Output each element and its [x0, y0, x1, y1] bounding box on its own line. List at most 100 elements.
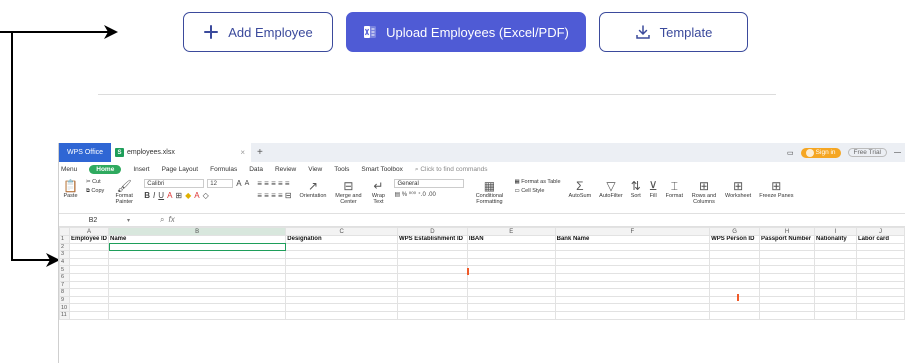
grid-cell[interactable] [814, 310, 857, 320]
grid-cell[interactable] [814, 288, 857, 297]
header-cell[interactable]: WPS Person ID [709, 235, 761, 244]
clear-icon[interactable]: ◇ [203, 191, 209, 200]
row-number[interactable]: 11 [59, 310, 70, 320]
format-as-table-button[interactable]: ▦ Format as Table [514, 179, 560, 185]
grid-cell[interactable] [814, 242, 857, 252]
header-cell[interactable]: Bank Name [554, 235, 711, 244]
merge-center-button[interactable]: ⊟ Merge and Center [330, 179, 366, 205]
font-name-select[interactable]: Calibri [144, 179, 205, 188]
grid-cell[interactable] [709, 310, 761, 320]
grid-cell[interactable] [107, 303, 287, 312]
format-button[interactable]: ⌶ Format [662, 179, 687, 199]
close-tab-icon[interactable]: × [240, 148, 245, 157]
grid-cell[interactable] [285, 265, 398, 274]
grid-cell[interactable] [709, 295, 761, 305]
grid-cell[interactable] [285, 295, 398, 305]
grid-cell[interactable] [107, 295, 287, 305]
column-header[interactable]: E [466, 227, 556, 236]
menu-item-page-layout[interactable]: Page Layout [162, 166, 199, 173]
horizontal-align-icons[interactable]: ≡ ≡ ≡ ≡ ⊟ [257, 191, 291, 200]
grid-cell[interactable] [466, 280, 556, 290]
grid-cell[interactable] [68, 257, 110, 267]
column-header[interactable]: H [759, 227, 816, 236]
grid-cell[interactable] [107, 288, 287, 297]
column-header[interactable]: F [554, 227, 711, 236]
wps-office-tab[interactable]: WPS Office [59, 143, 111, 162]
grid-cell[interactable] [759, 272, 816, 282]
row-number[interactable]: 7 [59, 280, 70, 290]
header-cell[interactable]: Passport Number [759, 235, 816, 244]
format-painter-button[interactable]: 🖌 Format Painter [108, 179, 140, 205]
grid-cell[interactable] [855, 280, 905, 290]
grid-cell[interactable] [396, 242, 468, 252]
grid-cell[interactable] [285, 242, 398, 252]
orientation-button[interactable]: ↗ Orientation [296, 179, 331, 199]
grid-cell[interactable] [466, 295, 556, 305]
grid-cell[interactable] [814, 250, 857, 259]
font-size-select[interactable]: 12 [207, 179, 234, 188]
cell-style-button[interactable]: ▭ Cell Style [514, 188, 560, 194]
grid-cell[interactable] [759, 257, 816, 267]
grid-cell[interactable] [814, 257, 857, 267]
row-number[interactable]: 2 [59, 242, 70, 252]
grid-cell[interactable] [759, 280, 816, 290]
grid-cell[interactable] [68, 295, 110, 305]
grid-cell[interactable] [285, 257, 398, 267]
column-header[interactable]: A [68, 227, 110, 236]
wrap-text-button[interactable]: ↵ Wrap Text [366, 179, 390, 205]
grid-cell[interactable] [759, 310, 816, 320]
grid-cell[interactable] [396, 272, 468, 282]
column-header[interactable]: I [814, 227, 857, 236]
grid-cell[interactable] [285, 310, 398, 320]
grid-cell[interactable] [554, 265, 711, 274]
grid-cell[interactable] [107, 310, 287, 320]
grid-cell[interactable] [709, 288, 761, 297]
grid-cell[interactable] [554, 250, 711, 259]
bold-icon[interactable]: B [144, 191, 150, 200]
grid-cell[interactable] [396, 280, 468, 290]
grid-cell[interactable] [709, 250, 761, 259]
grid-cell[interactable] [396, 265, 468, 274]
grid-cell[interactable] [814, 265, 857, 274]
freeze-panes-button[interactable]: ⊞ Freeze Panes [755, 179, 797, 199]
name-box[interactable]: B2 [59, 217, 127, 224]
grid-cell[interactable] [709, 272, 761, 282]
grid-cell[interactable] [285, 250, 398, 259]
vertical-align-icons[interactable]: ≡ ≡ ≡ ≡ ≡ [257, 179, 291, 188]
grid-cell[interactable] [855, 242, 905, 252]
grid-cell[interactable] [107, 265, 287, 274]
paste-button[interactable]: 📋 Paste [59, 179, 82, 199]
font-color-icon[interactable]: A [167, 191, 172, 200]
header-cell[interactable]: Name [107, 235, 287, 244]
grid-cell[interactable] [68, 303, 110, 312]
grid-cell[interactable] [554, 288, 711, 297]
grid-cell[interactable] [554, 257, 711, 267]
menu-item-data[interactable]: Data [249, 166, 263, 173]
row-number[interactable]: 5 [59, 265, 70, 274]
grid-cell[interactable] [709, 280, 761, 290]
grow-font-icon[interactable]: A [236, 179, 241, 188]
sort-button[interactable]: ⇅ Sort [627, 179, 645, 199]
grid-cell[interactable] [396, 250, 468, 259]
shrink-font-icon[interactable]: A [245, 180, 250, 187]
grid-cell[interactable] [814, 303, 857, 312]
grid-cell[interactable] [759, 303, 816, 312]
header-cell[interactable]: WPS Establishment ID [396, 235, 468, 244]
grid-cell[interactable] [855, 303, 905, 312]
corner-cell[interactable] [59, 227, 70, 236]
borders-icon[interactable]: ⊞ [175, 191, 182, 200]
text-color-icon[interactable]: A [194, 191, 199, 200]
add-employee-button[interactable]: Add Employee [183, 12, 333, 52]
grid-cell[interactable] [759, 242, 816, 252]
rows-columns-button[interactable]: ⊞ Rows and Columns [687, 179, 721, 205]
grid-cell[interactable] [855, 272, 905, 282]
active-cell[interactable] [107, 242, 287, 252]
grid-cell[interactable] [466, 272, 556, 282]
row-number[interactable]: 9 [59, 295, 70, 305]
column-header[interactable]: D [396, 227, 468, 236]
grid-cell[interactable] [855, 257, 905, 267]
header-cell[interactable]: IBAN [466, 235, 556, 244]
grid-cell[interactable] [466, 310, 556, 320]
number-format-icons[interactable]: ▤ % ⁰⁰⁰ ⁺.0 .00 [394, 191, 464, 198]
menu-item-formulas[interactable]: Formulas [210, 166, 237, 173]
